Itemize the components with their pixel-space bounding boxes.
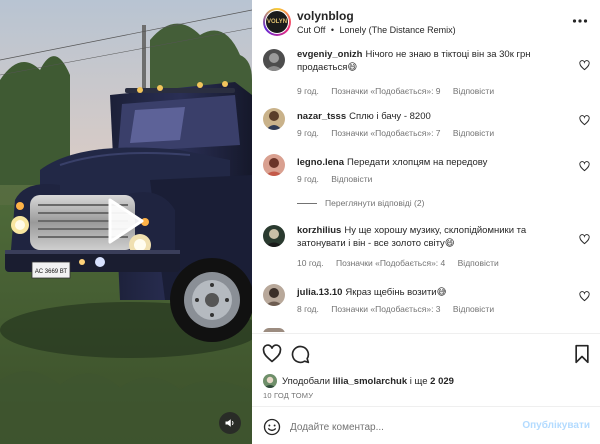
user-avatar-image xyxy=(263,225,285,247)
commenter-avatar[interactable] xyxy=(263,154,285,176)
view-replies-label: Переглянути відповіді (2) xyxy=(325,198,425,208)
comment-composer: Опублікувати xyxy=(252,410,600,444)
comment-time: 10 год. xyxy=(297,258,324,268)
audio-separator: • xyxy=(330,25,335,35)
commenter-avatar[interactable] xyxy=(263,108,285,130)
post-action-bar xyxy=(252,340,600,368)
comment-content: legno.lena Передати хлопцям на передову xyxy=(297,157,567,170)
likes-summary[interactable]: Уподобали lilia_smolarchuk і ще 2 029 xyxy=(263,374,454,388)
comment-content: evgeniy_onizh Нічого не знаю в тіктоці ві… xyxy=(297,49,567,74)
reply-button[interactable]: Відповісти xyxy=(458,258,499,268)
like-comment-icon[interactable] xyxy=(579,234,590,245)
comment-text: Передати хлопцям на передову xyxy=(346,157,488,168)
comment-meta: 8 год. Позначки «Подобається»: 3 Відпові… xyxy=(297,304,504,314)
comment-meta: 9 год. Відповісти xyxy=(297,174,382,184)
comment-input[interactable] xyxy=(290,417,510,437)
commenter-avatar-partial xyxy=(263,328,285,332)
commenter-avatar[interactable] xyxy=(263,225,285,247)
user-avatar-image xyxy=(263,108,285,130)
comment-time: 9 год. xyxy=(297,86,319,96)
audio-artist: Cut Off xyxy=(297,25,326,35)
user-avatar-image xyxy=(263,49,285,71)
speaker-icon xyxy=(225,419,234,427)
likes-middle: і ще xyxy=(409,375,428,387)
comment-meta: 9 год. Позначки «Подобається»: 9 Відпові… xyxy=(297,86,504,96)
user-avatar-image xyxy=(263,284,285,306)
comment-time: 8 год. xyxy=(297,304,319,314)
play-button[interactable] xyxy=(104,196,146,246)
commenter-avatar[interactable] xyxy=(263,284,285,306)
comment-username[interactable]: nazar_tsss xyxy=(297,111,346,122)
play-icon xyxy=(108,198,144,244)
reply-button[interactable]: Відповісти xyxy=(453,304,494,314)
comment-username[interactable]: korzhilius xyxy=(297,225,341,236)
like-comment-icon[interactable] xyxy=(579,115,590,126)
comment-text: Сплю і бачу - 8200 xyxy=(349,111,431,122)
user-avatar-image xyxy=(263,154,285,176)
more-options-button[interactable] xyxy=(572,14,588,28)
replies-divider xyxy=(297,203,317,205)
like-comment-icon[interactable] xyxy=(579,60,590,71)
reply-button[interactable]: Відповісти xyxy=(453,86,494,96)
reply-button[interactable]: Відповісти xyxy=(331,174,372,184)
audio-info[interactable]: Cut Off • Lonely (The Distance Remix) xyxy=(297,25,456,35)
comment-text: Якраз щебінь возити😅 xyxy=(345,287,447,298)
author-avatar-text: VOLYN xyxy=(265,10,289,34)
like-heart-icon[interactable] xyxy=(262,344,282,364)
video-player[interactable]: АС 3669 ВТ xyxy=(0,0,252,444)
post-panel: VOLYN volynblog Cut Off • Lonely (The Di… xyxy=(252,0,600,444)
like-comment-icon[interactable] xyxy=(579,161,590,172)
actions-divider xyxy=(252,333,600,334)
liker-avatar xyxy=(263,374,277,388)
author-username[interactable]: volynblog xyxy=(297,9,354,23)
comment-username[interactable]: julia.13.10 xyxy=(297,287,342,298)
comment-content: nazar_tsss Сплю і бачу - 8200 xyxy=(297,111,567,124)
comment-time: 9 год. xyxy=(297,128,319,138)
comment-bubble-icon[interactable] xyxy=(290,344,310,364)
bookmark-icon[interactable] xyxy=(572,344,592,364)
comment-meta: 9 год. Позначки «Подобається»: 7 Відпові… xyxy=(297,128,504,138)
comment-likes-link[interactable]: Позначки «Подобається»: 4 xyxy=(336,258,445,268)
reply-button[interactable]: Відповісти xyxy=(453,128,494,138)
likes-user[interactable]: lilia_smolarchuk xyxy=(333,376,407,387)
license-plate-text: АС 3669 ВТ xyxy=(35,269,67,275)
comment-likes-link[interactable]: Позначки «Подобається»: 9 xyxy=(331,86,440,96)
more-dots-icon xyxy=(572,19,588,23)
comment-likes-link[interactable]: Позначки «Подобається»: 3 xyxy=(331,304,440,314)
comment-likes-link[interactable]: Позначки «Подобається»: 7 xyxy=(331,128,440,138)
comment-box-divider xyxy=(252,406,600,407)
publish-comment-button[interactable]: Опублікувати xyxy=(522,420,590,431)
comment-content: julia.13.10 Якраз щебінь возити😅 xyxy=(297,287,567,300)
like-comment-icon[interactable] xyxy=(579,291,590,302)
author-avatar[interactable]: VOLYN xyxy=(263,8,291,36)
view-replies-button[interactable]: Переглянути відповіді (2) xyxy=(297,198,424,208)
post-header: VOLYN volynblog Cut Off • Lonely (The Di… xyxy=(252,0,600,42)
comment-username[interactable]: legno.lena xyxy=(297,157,344,168)
comment-content: korzhilius Ну ще хорошу музику, склопідйо… xyxy=(297,225,567,250)
audio-toggle-button[interactable] xyxy=(219,412,241,434)
likes-prefix: Уподобали xyxy=(282,375,331,387)
likes-count[interactable]: 2 029 xyxy=(430,376,454,387)
comment-username[interactable]: evgeniy_onizh xyxy=(297,49,362,60)
comments-list[interactable]: evgeniy_onizh Нічого не знаю в тіктоці ві… xyxy=(252,42,600,332)
audio-track: Lonely (The Distance Remix) xyxy=(339,25,456,35)
emoji-icon[interactable] xyxy=(263,418,281,436)
liker-avatar-image xyxy=(263,374,277,388)
post-timestamp: 10 ГОД ТОМУ xyxy=(263,391,314,400)
comment-time: 9 год. xyxy=(297,174,319,184)
commenter-avatar[interactable] xyxy=(263,49,285,71)
comment-meta: 10 год. Позначки «Подобається»: 4 Відпов… xyxy=(297,258,509,268)
